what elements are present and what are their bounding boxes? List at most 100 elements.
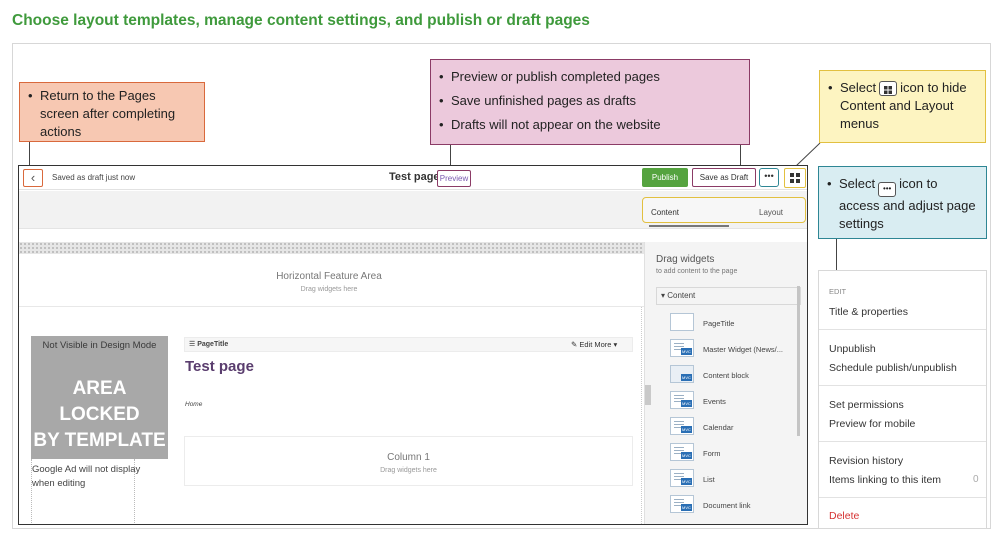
callout-grid: Selecticon to hide Content and Layout me… [819,70,986,143]
toggle-panels-button[interactable] [784,168,806,188]
page-heading: Choose layout templates, manage content … [12,12,590,29]
mvc-badge-icon: MVC [681,504,692,511]
widget-item[interactable]: Master Widget (News/... [703,345,783,354]
pagetitle-widget-name: ☰ PageTitle [189,341,229,348]
mvc-badge-icon: MVC [681,426,692,433]
column-hint: Drag widgets here [380,467,437,474]
page-settings-menu: EDIT Title & properties Unpublish Schedu… [818,270,987,529]
tab-content[interactable]: Content [651,208,679,217]
page-editor-screenshot: ‹ Saved as draft just now Test page Prev… [18,165,808,525]
lines-icon [674,421,684,422]
callout-publish-item: Preview or publish completed pages [439,68,739,86]
menu-item-permissions[interactable]: Set permissions [829,399,904,411]
save-as-draft-button[interactable]: Save as Draft [692,168,756,187]
connector-preview [450,145,451,167]
horizontal-feature-area-hint: Drag widgets here [300,286,358,293]
pagetitle-widget-bar[interactable] [184,337,633,352]
tab-layout[interactable]: Layout [759,208,783,217]
widgets-panel [644,242,807,524]
widget-mvc-icon[interactable]: MVC [670,495,694,513]
active-tab-indicator [649,225,729,227]
locked-template-area: Not Visible in Design Mode AREA LOCKED B… [31,336,168,459]
menu-divider [819,497,986,498]
chevron-left-icon: ‹ [30,170,36,185]
back-button[interactable]: ‹ [23,169,43,187]
callout-publish: Preview or publish completed pages Save … [430,59,750,145]
menu-divider [819,441,986,442]
callout-publish-item: Drafts will not appear on the website [439,116,739,134]
widget-edit-more[interactable]: ✎ Edit More ▾ [571,340,617,349]
more-icon: ••• [878,182,897,197]
widget-item[interactable]: PageTitle [703,319,734,328]
widget-mvc-icon[interactable]: MVC [670,417,694,435]
divider [19,306,644,307]
menu-item-title-properties[interactable]: Title & properties [829,306,908,318]
grid-icon-part [796,179,800,183]
callout-grid-item: Selecticon to hide Content and Layout me… [828,79,979,133]
breadcrumb: Home [185,401,203,408]
widget-item[interactable]: Calendar [703,423,733,432]
widget-mvc-icon[interactable]: MVC [670,443,694,461]
widget-mvc-icon[interactable]: MVC [670,339,694,357]
items-linking-count: 0 [973,474,979,485]
widgets-panel-subtitle: to add content to the page [656,268,738,275]
horizontal-feature-area-title: Horizontal Feature Area [276,271,382,282]
grid-icon [879,81,898,96]
widget-mvc-icon[interactable]: MVC [670,469,694,487]
preview-button[interactable]: Preview [437,170,471,187]
connector-back [29,142,30,167]
widgets-panel-title: Drag widgets [656,254,715,265]
callout-more-item: Select•••icon to access and adjust page … [827,175,980,233]
locked-area-note: Not Visible in Design Mode [42,340,157,351]
callout-publish-item: Save unfinished pages as drafts [439,92,739,110]
locked-area-label: AREA LOCKED BY TEMPLATE [31,376,168,454]
widget-mvc-icon[interactable]: MVC [670,365,694,383]
widget-item[interactable]: Content block [703,371,749,380]
menu-item-schedule[interactable]: Schedule publish/unpublish [829,362,957,374]
connector-more [836,239,837,270]
panel-scrollbar[interactable] [797,286,800,436]
menu-item-items-linking[interactable]: Items linking to this item [829,474,941,486]
menu-item-delete[interactable]: Delete [829,510,859,522]
mvc-badge-icon: MVC [681,374,692,381]
menu-divider [819,329,986,330]
menu-section-header: EDIT [829,287,847,296]
menu-item-revision-history[interactable]: Revision history [829,455,903,467]
rendered-page-title: Test page [185,358,254,375]
widget-item[interactable]: List [703,475,715,484]
menu-divider [819,385,986,386]
callout-more: Select•••icon to access and adjust page … [818,166,987,239]
widget-mvc-icon[interactable]: MVC [670,391,694,409]
locked-area-line: AREA LOCKED [59,378,140,425]
mvc-badge-icon: MVC [681,348,692,355]
content-section-toggle[interactable]: ▾ Content [656,287,801,305]
callout-grid-pre: Select [840,80,877,95]
connector-draft [740,145,741,167]
lines-icon [674,447,684,448]
grid-icon [790,173,794,177]
menu-item-preview-mobile[interactable]: Preview for mobile [829,418,915,430]
save-status: Saved as draft just now [52,173,136,182]
lines-icon [674,395,684,396]
ad-note: Google Ad will not display when editing [32,464,141,489]
widget-item[interactable]: Document link [703,501,751,510]
lines-icon [674,499,684,500]
grid-icon-part [796,173,800,177]
widget-item[interactable]: Form [703,449,721,458]
locked-area-line: BY TEMPLATE [33,430,166,451]
grid-icon-part [790,179,794,183]
more-options-button[interactable]: ••• [759,168,779,187]
divider [641,307,642,524]
template-header-strip [19,242,644,254]
lines-icon [674,473,684,474]
pagetitle-widget-icon[interactable] [670,313,694,331]
callout-back-item: Return to the Pages screen after complet… [28,87,198,141]
widget-item[interactable]: Events [703,397,726,406]
menu-item-unpublish[interactable]: Unpublish [829,343,876,355]
mvc-badge-icon: MVC [681,478,692,485]
column-title: Column 1 [387,452,430,463]
publish-button[interactable]: Publish [642,168,688,187]
mvc-badge-icon: MVC [681,400,692,407]
toolbar-page-title: Test page [389,171,440,183]
panel-collapse-handle[interactable] [645,385,651,405]
